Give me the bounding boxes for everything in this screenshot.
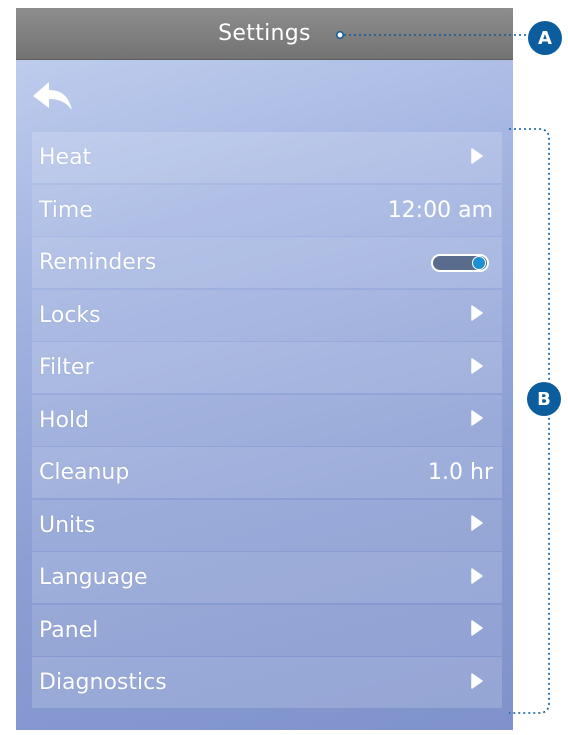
chevron-right-icon — [469, 357, 493, 378]
chevron-right-icon — [469, 305, 493, 325]
menu-item-locks[interactable]: Locks — [32, 289, 502, 341]
menu-item-label: Time — [39, 197, 93, 223]
menu-item-label: Reminders — [39, 250, 157, 275]
settings-menu: Heat Time 12:00 am Reminders Locks Filte… — [32, 132, 502, 710]
callout-b-badge: B — [527, 382, 561, 416]
callout-a-letter: A — [538, 27, 552, 49]
chevron-right-icon — [469, 672, 493, 693]
menu-item-cleanup[interactable]: Cleanup 1.0 hr — [32, 447, 502, 498]
settings-screen: Settings Heat Time 12:00 am Reminders Lo… — [16, 8, 513, 730]
chevron-right-icon — [469, 567, 493, 588]
menu-item-label: Cleanup — [39, 460, 130, 485]
menu-item-hold[interactable]: Hold — [32, 394, 502, 446]
menu-item-language[interactable]: Language — [32, 552, 502, 603]
menu-item-label: Filter — [39, 355, 94, 380]
callout-b-bracket — [509, 128, 550, 714]
callout-a-leader — [336, 31, 526, 39]
cleanup-value: 1.0 hr — [428, 460, 493, 485]
menu-item-label: Heat — [39, 145, 92, 170]
menu-item-panel[interactable]: Panel — [32, 604, 502, 656]
callout-b-letter: B — [537, 388, 551, 410]
back-arrow-icon — [33, 82, 72, 110]
reminders-toggle[interactable] — [431, 253, 489, 272]
menu-item-label: Units — [39, 512, 96, 538]
menu-item-reminders[interactable]: Reminders — [32, 237, 502, 288]
time-value: 12:00 am — [387, 197, 493, 223]
chevron-right-icon — [469, 410, 493, 430]
menu-item-filter[interactable]: Filter — [32, 342, 502, 393]
menu-item-units[interactable]: Units — [32, 499, 502, 551]
menu-item-heat[interactable]: Heat — [32, 132, 502, 183]
toggle-knob — [472, 255, 486, 270]
back-button[interactable] — [29, 78, 77, 118]
menu-item-label: Diagnostics — [39, 670, 167, 695]
menu-item-label: Language — [39, 565, 148, 590]
chevron-right-icon — [469, 147, 493, 168]
menu-item-diagnostics[interactable]: Diagnostics — [32, 657, 502, 708]
callout-a-badge: A — [528, 21, 562, 55]
menu-item-label: Panel — [39, 617, 99, 643]
chevron-right-icon — [469, 620, 493, 640]
menu-item-label: Hold — [39, 407, 90, 433]
menu-item-time[interactable]: Time 12:00 am — [32, 184, 502, 236]
chevron-right-icon — [469, 515, 493, 535]
menu-item-label: Locks — [39, 302, 101, 328]
